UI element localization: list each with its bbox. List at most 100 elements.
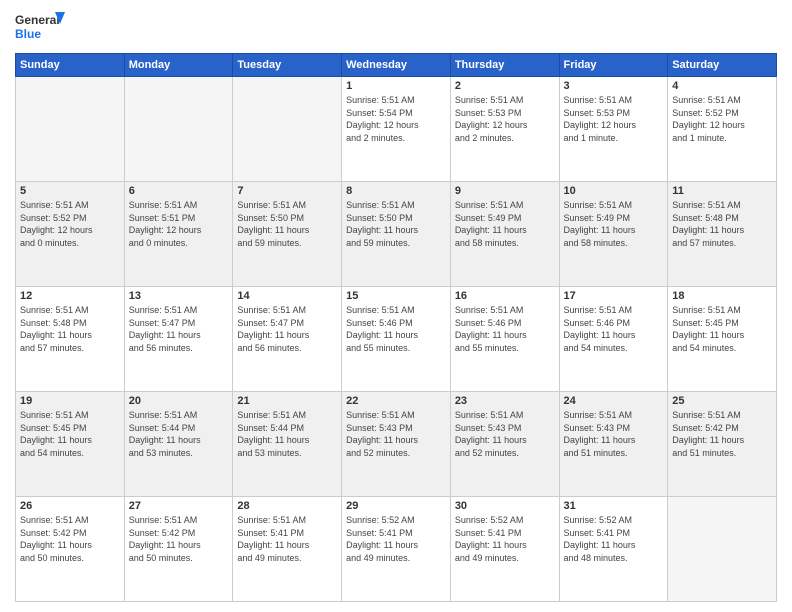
day-info: Sunrise: 5:51 AMSunset: 5:52 PMDaylight:… — [20, 199, 120, 249]
calendar-cell: 27 Sunrise: 5:51 AMSunset: 5:42 PMDayligh… — [124, 497, 233, 602]
day-info: Sunrise: 5:51 AMSunset: 5:45 PMDaylight:… — [672, 304, 772, 354]
day-info: Sunrise: 5:51 AMSunset: 5:45 PMDaylight:… — [20, 409, 120, 459]
day-number: 12 — [20, 290, 120, 302]
calendar-cell: 16 Sunrise: 5:51 AMSunset: 5:46 PMDayligh… — [450, 287, 559, 392]
day-number: 21 — [237, 395, 337, 407]
day-number: 5 — [20, 185, 120, 197]
day-number: 28 — [237, 500, 337, 512]
day-number: 15 — [346, 290, 446, 302]
day-info: Sunrise: 5:51 AMSunset: 5:50 PMDaylight:… — [237, 199, 337, 249]
calendar-cell: 9 Sunrise: 5:51 AMSunset: 5:49 PMDaylight… — [450, 182, 559, 287]
day-info: Sunrise: 5:51 AMSunset: 5:49 PMDaylight:… — [455, 199, 555, 249]
day-info: Sunrise: 5:51 AMSunset: 5:53 PMDaylight:… — [455, 94, 555, 144]
calendar-cell — [124, 77, 233, 182]
day-info: Sunrise: 5:51 AMSunset: 5:50 PMDaylight:… — [346, 199, 446, 249]
day-info: Sunrise: 5:51 AMSunset: 5:43 PMDaylight:… — [346, 409, 446, 459]
calendar-cell: 15 Sunrise: 5:51 AMSunset: 5:46 PMDayligh… — [342, 287, 451, 392]
calendar-cell: 23Sunrise: 5:51 AMSunset: 5:43 PMDayligh… — [450, 392, 559, 497]
week-row-5: 26 Sunrise: 5:51 AMSunset: 5:42 PMDayligh… — [16, 497, 777, 602]
weekday-header-saturday: Saturday — [668, 54, 777, 77]
week-row-3: 12 Sunrise: 5:51 AMSunset: 5:48 PMDayligh… — [16, 287, 777, 392]
day-info: Sunrise: 5:51 AMSunset: 5:53 PMDaylight:… — [564, 94, 664, 144]
day-info: Sunrise: 5:52 AMSunset: 5:41 PMDaylight:… — [455, 514, 555, 564]
page: GeneralBlue SundayMondayTuesdayWednesday… — [0, 0, 792, 612]
day-info: Sunrise: 5:51 AMSunset: 5:47 PMDaylight:… — [129, 304, 229, 354]
day-number: 26 — [20, 500, 120, 512]
svg-text:General: General — [15, 13, 60, 27]
day-info: Sunrise: 5:52 AMSunset: 5:41 PMDaylight:… — [346, 514, 446, 564]
day-info: Sunrise: 5:51 AMSunset: 5:44 PMDaylight:… — [237, 409, 337, 459]
week-row-2: 5 Sunrise: 5:51 AMSunset: 5:52 PMDaylight… — [16, 182, 777, 287]
day-number: 27 — [129, 500, 229, 512]
day-number: 8 — [346, 185, 446, 197]
day-number: 29 — [346, 500, 446, 512]
weekday-header-tuesday: Tuesday — [233, 54, 342, 77]
calendar-cell: 1Sunrise: 5:51 AMSunset: 5:54 PMDaylight… — [342, 77, 451, 182]
day-info: Sunrise: 5:51 AMSunset: 5:44 PMDaylight:… — [129, 409, 229, 459]
weekday-header-thursday: Thursday — [450, 54, 559, 77]
day-info: Sunrise: 5:51 AMSunset: 5:42 PMDaylight:… — [672, 409, 772, 459]
calendar-cell: 7 Sunrise: 5:51 AMSunset: 5:50 PMDaylight… — [233, 182, 342, 287]
day-info: Sunrise: 5:51 AMSunset: 5:48 PMDaylight:… — [672, 199, 772, 249]
day-number: 3 — [564, 80, 664, 92]
calendar-cell: 25 Sunrise: 5:51 AMSunset: 5:42 PMDayligh… — [668, 392, 777, 497]
day-info: Sunrise: 5:51 AMSunset: 5:48 PMDaylight:… — [20, 304, 120, 354]
logo: GeneralBlue — [15, 10, 65, 45]
calendar-cell: 22 Sunrise: 5:51 AMSunset: 5:43 PMDayligh… — [342, 392, 451, 497]
day-number: 25 — [672, 395, 772, 407]
day-info: Sunrise: 5:51 AMSunset: 5:46 PMDaylight:… — [346, 304, 446, 354]
calendar-cell — [233, 77, 342, 182]
day-number: 10 — [564, 185, 664, 197]
day-number: 13 — [129, 290, 229, 302]
calendar-cell: 10 Sunrise: 5:51 AMSunset: 5:49 PMDayligh… — [559, 182, 668, 287]
calendar-cell: 28 Sunrise: 5:51 AMSunset: 5:41 PMDayligh… — [233, 497, 342, 602]
weekday-header-wednesday: Wednesday — [342, 54, 451, 77]
calendar-cell: 5 Sunrise: 5:51 AMSunset: 5:52 PMDaylight… — [16, 182, 125, 287]
calendar: SundayMondayTuesdayWednesdayThursdayFrid… — [15, 53, 777, 602]
calendar-cell: 12 Sunrise: 5:51 AMSunset: 5:48 PMDayligh… — [16, 287, 125, 392]
calendar-cell: 6 Sunrise: 5:51 AMSunset: 5:51 PMDaylight… — [124, 182, 233, 287]
svg-text:Blue: Blue — [15, 27, 41, 41]
day-number: 24 — [564, 395, 664, 407]
day-number: 18 — [672, 290, 772, 302]
day-info: Sunrise: 5:51 AMSunset: 5:52 PMDaylight:… — [672, 94, 772, 144]
calendar-cell: 14 Sunrise: 5:51 AMSunset: 5:47 PMDayligh… — [233, 287, 342, 392]
day-info: Sunrise: 5:51 AMSunset: 5:43 PMDaylight:… — [564, 409, 664, 459]
weekday-header-row: SundayMondayTuesdayWednesdayThursdayFrid… — [16, 54, 777, 77]
weekday-header-monday: Monday — [124, 54, 233, 77]
calendar-cell — [668, 497, 777, 602]
day-info: Sunrise: 5:51 AMSunset: 5:49 PMDaylight:… — [564, 199, 664, 249]
weekday-header-sunday: Sunday — [16, 54, 125, 77]
day-number: 22 — [346, 395, 446, 407]
day-number: 2 — [455, 80, 555, 92]
calendar-cell: 31Sunrise: 5:52 AMSunset: 5:41 PMDayligh… — [559, 497, 668, 602]
day-number: 9 — [455, 185, 555, 197]
calendar-cell: 8 Sunrise: 5:51 AMSunset: 5:50 PMDaylight… — [342, 182, 451, 287]
week-row-4: 19Sunrise: 5:51 AMSunset: 5:45 PMDayligh… — [16, 392, 777, 497]
logo-icon: GeneralBlue — [15, 10, 65, 45]
day-info: Sunrise: 5:51 AMSunset: 5:47 PMDaylight:… — [237, 304, 337, 354]
day-info: Sunrise: 5:51 AMSunset: 5:42 PMDaylight:… — [129, 514, 229, 564]
week-row-1: 1Sunrise: 5:51 AMSunset: 5:54 PMDaylight… — [16, 77, 777, 182]
calendar-cell: 13 Sunrise: 5:51 AMSunset: 5:47 PMDayligh… — [124, 287, 233, 392]
calendar-cell: 21 Sunrise: 5:51 AMSunset: 5:44 PMDayligh… — [233, 392, 342, 497]
day-info: Sunrise: 5:51 AMSunset: 5:41 PMDaylight:… — [237, 514, 337, 564]
calendar-cell: 24 Sunrise: 5:51 AMSunset: 5:43 PMDayligh… — [559, 392, 668, 497]
day-number: 17 — [564, 290, 664, 302]
calendar-cell — [16, 77, 125, 182]
day-number: 7 — [237, 185, 337, 197]
day-info: Sunrise: 5:51 AMSunset: 5:42 PMDaylight:… — [20, 514, 120, 564]
day-info: Sunrise: 5:51 AMSunset: 5:46 PMDaylight:… — [455, 304, 555, 354]
day-number: 6 — [129, 185, 229, 197]
header: GeneralBlue — [15, 10, 777, 45]
day-info: Sunrise: 5:51 AMSunset: 5:46 PMDaylight:… — [564, 304, 664, 354]
calendar-cell: 30Sunrise: 5:52 AMSunset: 5:41 PMDayligh… — [450, 497, 559, 602]
weekday-header-friday: Friday — [559, 54, 668, 77]
day-number: 16 — [455, 290, 555, 302]
day-info: Sunrise: 5:51 AMSunset: 5:51 PMDaylight:… — [129, 199, 229, 249]
calendar-cell: 3 Sunrise: 5:51 AMSunset: 5:53 PMDaylight… — [559, 77, 668, 182]
day-number: 20 — [129, 395, 229, 407]
calendar-cell: 19Sunrise: 5:51 AMSunset: 5:45 PMDayligh… — [16, 392, 125, 497]
day-number: 1 — [346, 80, 446, 92]
day-number: 14 — [237, 290, 337, 302]
